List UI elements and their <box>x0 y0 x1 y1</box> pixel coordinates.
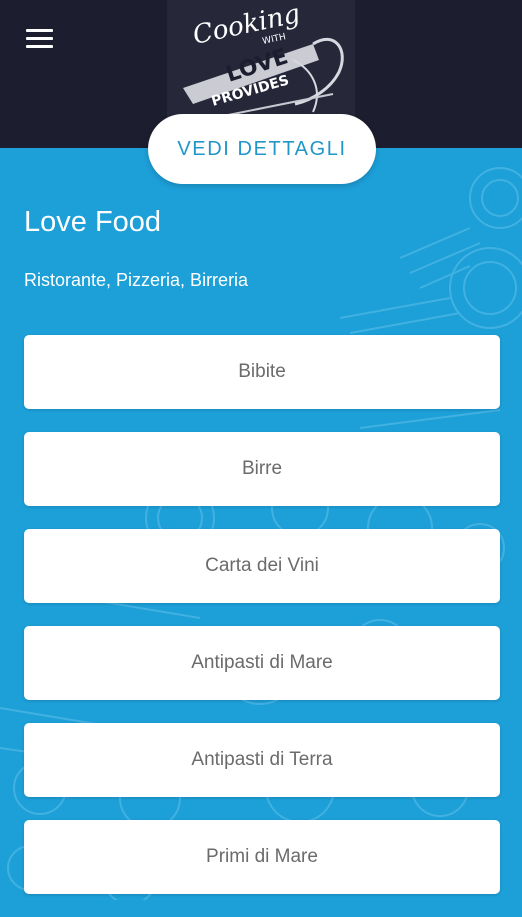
menu-item-antipasti-di-mare[interactable]: Antipasti di Mare <box>24 626 500 700</box>
details-button[interactable]: VEDI DETTAGLI <box>148 114 376 184</box>
menu-item-carta-dei-vini[interactable]: Carta dei Vini <box>24 529 500 603</box>
menu-item-primi-di-mare[interactable]: Primi di Mare <box>24 820 500 894</box>
restaurant-name: Love Food <box>24 206 162 238</box>
restaurant-categories: Ristorante, Pizzeria, Birreria <box>24 270 249 290</box>
menu-item-bibite[interactable]: Bibite <box>24 335 500 409</box>
menu-item-antipasti-di-terra[interactable]: Antipasti di Terra <box>24 723 500 797</box>
menu-item-birre[interactable]: Birre <box>24 432 500 506</box>
hamburger-menu-icon[interactable] <box>22 26 62 54</box>
menu-category-list: Bibite Birre Carta dei Vini Antipasti di… <box>24 335 500 917</box>
